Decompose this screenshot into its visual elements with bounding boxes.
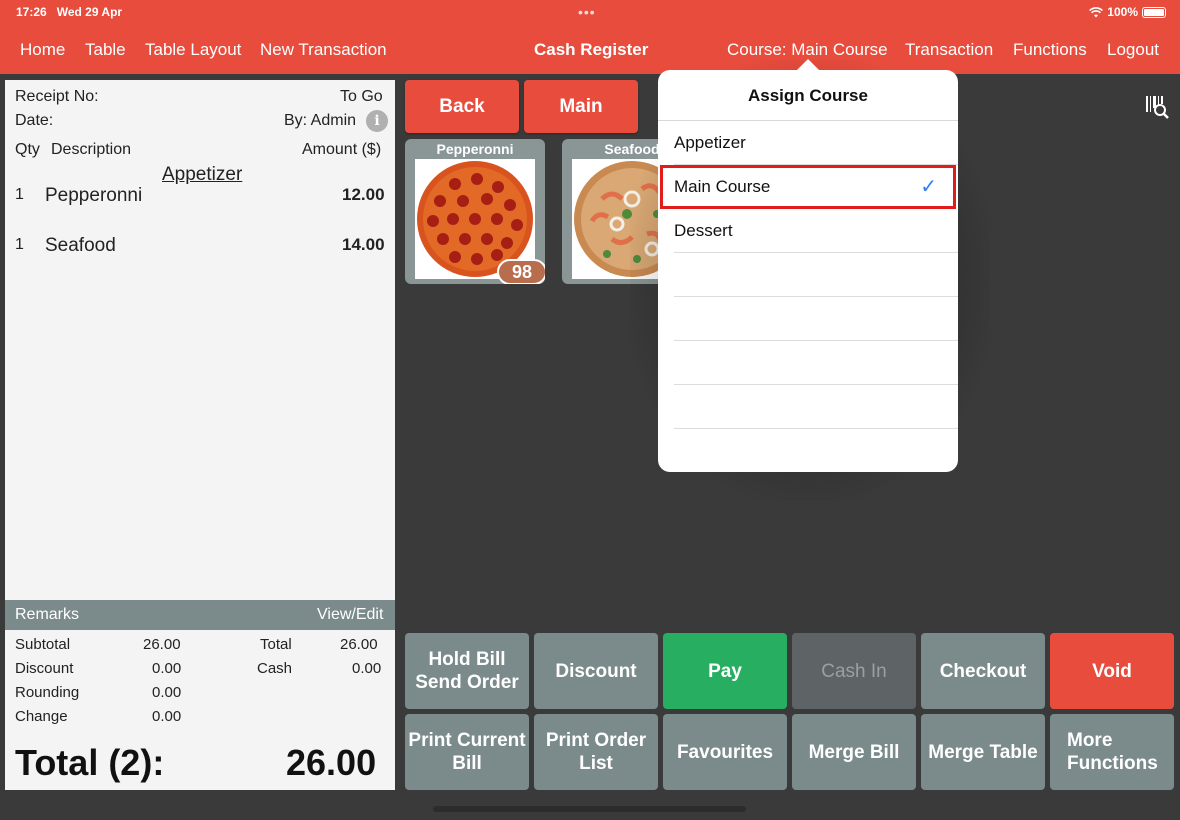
receipt-panel: Receipt No: To Go Date: By: Admin i Qty … — [5, 80, 395, 790]
empty-row — [674, 297, 958, 341]
battery-icon — [1142, 6, 1166, 18]
merge-table-button[interactable]: Merge Table — [921, 714, 1045, 790]
product-name: Pepperonni — [436, 141, 514, 157]
empty-row — [674, 253, 958, 297]
more-functions-button[interactable]: More Functions — [1050, 714, 1174, 790]
nav-transaction[interactable]: Transaction — [905, 40, 993, 60]
item-name: Pepperonni — [45, 185, 143, 206]
nav-functions[interactable]: Functions — [1013, 40, 1087, 60]
status-right: 100% — [1089, 5, 1166, 19]
print-order-list-button[interactable]: Print Order List — [534, 714, 658, 790]
bill-label: Bill — [452, 753, 482, 774]
popover-title: Assign Course — [748, 86, 868, 105]
functions-label: Functions — [1067, 753, 1158, 774]
course-heading: Appetizer — [162, 164, 243, 185]
item-amount: 14.00 — [342, 235, 385, 254]
info-icon[interactable]: i — [366, 110, 388, 132]
assign-course-popover: Assign Course Appetizer Main Course ✓ De… — [658, 70, 958, 472]
more-label: More — [1067, 730, 1113, 751]
subtotal-value: 26.00 — [143, 636, 181, 653]
void-button[interactable]: Void — [1050, 633, 1174, 709]
stock-badge: 98 — [497, 259, 545, 284]
empty-row — [674, 385, 958, 429]
nav-table-layout[interactable]: Table Layout — [145, 40, 241, 60]
course-option-appetizer[interactable]: Appetizer — [674, 121, 958, 165]
nav-course[interactable]: Course: Main Course — [727, 40, 888, 60]
rounding-value: 0.00 — [152, 684, 182, 701]
page-title: Cash Register — [534, 40, 649, 59]
battery-percent: 100% — [1107, 5, 1138, 19]
cash-value: 0.00 — [352, 660, 382, 677]
nav-home[interactable]: Home — [20, 40, 65, 60]
change-label: Change — [15, 708, 68, 725]
course-option-dessert[interactable]: Dessert — [674, 209, 958, 253]
item-amount: 12.00 — [342, 185, 385, 204]
status-time: 17:26 — [16, 5, 47, 19]
course-option-label: Main Course — [674, 177, 771, 196]
remarks-bar[interactable]: Remarks View/Edit — [5, 600, 395, 630]
pay-button[interactable]: Pay — [663, 633, 787, 709]
col-description: Description — [51, 141, 132, 158]
merge-bill-button[interactable]: Merge Bill — [792, 714, 916, 790]
checkout-button[interactable]: Checkout — [921, 633, 1045, 709]
course-option-main-course[interactable]: Main Course ✓ — [660, 165, 956, 209]
col-qty: Qty — [15, 141, 40, 158]
home-indicator[interactable] — [433, 806, 746, 812]
col-amount: Amount ($) — [302, 141, 382, 158]
print-order-label: Print Order — [545, 730, 647, 751]
checkmark-icon: ✓ — [920, 176, 937, 198]
product-tile-pepperonni[interactable]: Pepperonni 98 — [405, 139, 545, 284]
hold-bill-send-order-button[interactable]: Hold Bill Send Order — [405, 633, 529, 709]
order-type: To Go — [340, 88, 383, 105]
total-label: Total — [260, 636, 292, 653]
cash-in-button[interactable]: Cash In — [792, 633, 916, 709]
grand-total-value: 26.00 — [286, 742, 377, 783]
cashier-name: By: Admin — [284, 112, 357, 129]
status-date: Wed 29 Apr — [56, 5, 123, 19]
back-button[interactable]: Back — [405, 80, 519, 133]
discount-value: 0.00 — [152, 660, 182, 677]
list-label: List — [579, 753, 613, 774]
receipt-no-label: Receipt No: — [15, 88, 99, 105]
top-bar: 17:26 Wed 29 Apr ••• 100% Home Table Tab… — [0, 0, 1180, 74]
favourites-button[interactable]: Favourites — [663, 714, 787, 790]
barcode-search-icon[interactable] — [1144, 94, 1170, 120]
view-edit-link[interactable]: View/Edit — [317, 606, 383, 624]
print-current-label: Print Current — [408, 730, 526, 751]
nav-new-transaction[interactable]: New Transaction — [260, 40, 387, 60]
total-value: 26.00 — [340, 636, 378, 653]
nav-table[interactable]: Table — [85, 40, 126, 60]
empty-row — [674, 341, 958, 385]
main-category-button[interactable]: Main — [524, 80, 638, 133]
print-current-bill-button[interactable]: Print Current Bill — [405, 714, 529, 790]
change-value: 0.00 — [152, 708, 182, 725]
date-label: Date: — [15, 112, 54, 129]
wifi-icon — [1089, 6, 1104, 17]
grand-total-label: Total (2): — [15, 742, 165, 783]
discount-label: Discount — [15, 660, 74, 677]
cash-label: Cash — [257, 660, 293, 677]
subtotal-label: Subtotal — [15, 636, 71, 653]
rounding-label: Rounding — [15, 684, 80, 701]
send-order-label: Send Order — [415, 672, 519, 693]
item-name: Seafood — [45, 235, 116, 256]
discount-button[interactable]: Discount — [534, 633, 658, 709]
item-qty: 1 — [15, 236, 24, 253]
item-qty: 1 — [15, 186, 24, 203]
status-time-date: 17:26 Wed 29 Apr — [16, 5, 122, 19]
nav-logout[interactable]: Logout — [1107, 40, 1159, 60]
remarks-label: Remarks — [15, 606, 80, 623]
multitask-dots-icon[interactable]: ••• — [578, 4, 596, 20]
hold-bill-label: Hold Bill — [428, 649, 506, 670]
